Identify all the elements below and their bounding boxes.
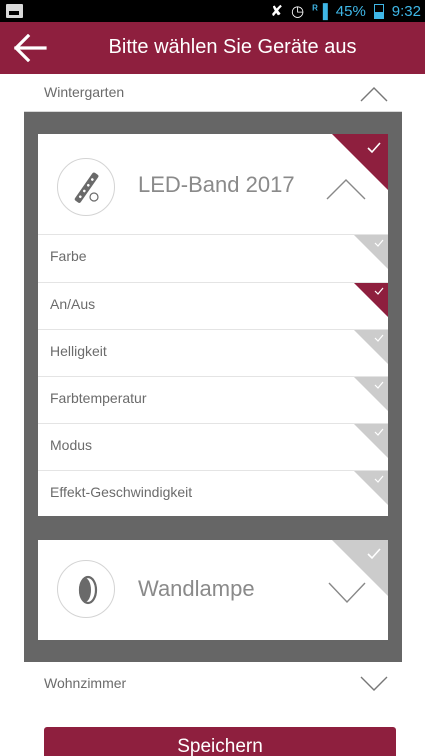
function-checkbox[interactable]	[354, 471, 388, 505]
arrow-left-icon[interactable]	[13, 33, 48, 63]
wall-lamp-icon	[57, 560, 115, 618]
mute-icon: ✘	[270, 3, 283, 20]
save-button[interactable]: Speichern	[44, 727, 396, 756]
room-label: Wintergarten	[44, 84, 125, 100]
device-checkbox[interactable]	[332, 540, 388, 596]
device-card-wandlampe[interactable]: Wandlampe	[38, 540, 388, 640]
device-name: Wandlampe	[138, 576, 255, 601]
room-row-wohnzimmer[interactable]: Wohnzimmer	[24, 662, 402, 702]
device-name: LED-Band 2017	[138, 172, 295, 197]
function-checkbox[interactable]	[354, 330, 388, 364]
function-row[interactable]: Effekt-Geschwindigkeit	[38, 470, 388, 516]
chevron-down-icon[interactable]	[360, 676, 388, 697]
device-card-led-band[interactable]: LED-Band 2017 Farbe An/Aus Helligkeit Fa…	[38, 134, 388, 516]
function-checkbox[interactable]	[354, 424, 388, 458]
status-bar: ✘ ◷ R▐ 45% 9:32	[0, 0, 425, 22]
function-label: Farbe	[50, 248, 87, 264]
app-header: Bitte wählen Sie Geräte aus	[0, 22, 425, 74]
alarm-icon: ◷	[290, 3, 305, 20]
page-title: Bitte wählen Sie Geräte aus	[108, 36, 357, 58]
function-label: Effekt-Geschwindigkeit	[50, 484, 193, 500]
function-row[interactable]: Modus	[38, 423, 388, 469]
function-row[interactable]: An/Aus	[38, 282, 388, 328]
room-row-wintergarten[interactable]: Wintergarten	[24, 74, 402, 112]
function-checkbox[interactable]	[354, 235, 388, 269]
image-icon	[6, 4, 23, 18]
chevron-up-icon[interactable]	[360, 86, 388, 107]
function-row[interactable]: Helligkeit	[38, 329, 388, 375]
room-label: Wohnzimmer	[44, 675, 127, 691]
battery-icon	[373, 3, 384, 19]
devices-panel: LED-Band 2017 Farbe An/Aus Helligkeit Fa…	[24, 112, 402, 662]
clock: 9:32	[391, 2, 421, 20]
function-label: Modus	[50, 437, 93, 453]
function-row[interactable]: Farbtemperatur	[38, 376, 388, 422]
device-checkbox[interactable]	[332, 134, 388, 190]
function-label: An/Aus	[50, 296, 96, 312]
battery-percent: 45%	[335, 2, 366, 20]
led-strip-icon	[57, 158, 115, 216]
function-row[interactable]: Farbe	[38, 234, 388, 280]
function-label: Helligkeit	[50, 343, 107, 359]
function-checkbox[interactable]	[354, 283, 388, 317]
function-checkbox[interactable]	[354, 377, 388, 411]
signal-icon: R▐	[312, 3, 328, 19]
function-label: Farbtemperatur	[50, 390, 147, 406]
